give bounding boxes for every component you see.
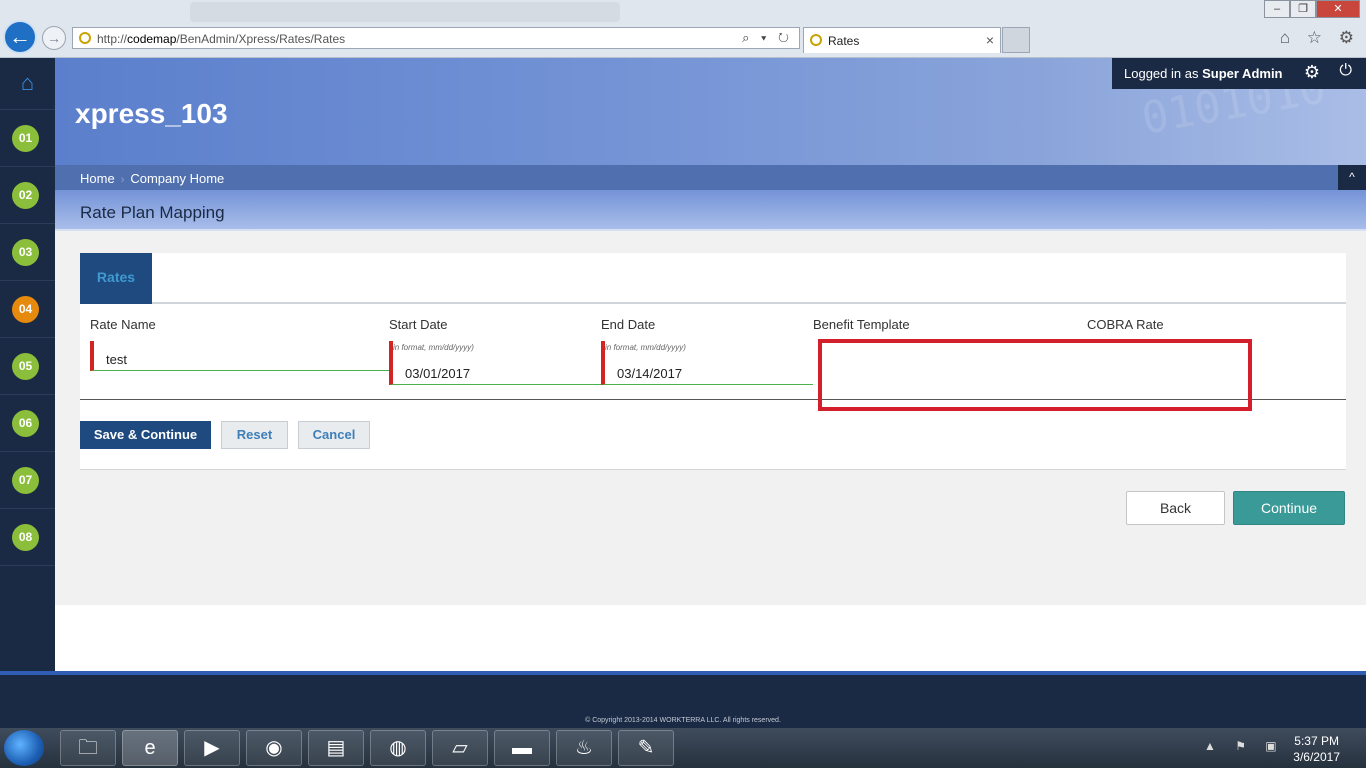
- breadcrumb-company-home[interactable]: Company Home: [130, 171, 224, 186]
- end-date-label: End Date: [601, 317, 656, 332]
- window-controls: – ❐ ✕: [1264, 0, 1360, 18]
- rate-name-input[interactable]: test: [90, 341, 389, 371]
- main-content: Rates Rate Name Start Date End Date Bene…: [55, 231, 1366, 605]
- rate-name-value: test: [106, 352, 127, 367]
- url-text: http://codemap/BenAdmin/Xpress/Rates/Rat…: [97, 32, 346, 46]
- step-badge: 07: [12, 467, 39, 494]
- step-badge: 08: [12, 524, 39, 551]
- step-02[interactable]: 02: [0, 167, 55, 224]
- browser-forward-button[interactable]: →: [42, 26, 66, 50]
- explorer-icon[interactable]: 🗀: [60, 730, 116, 766]
- step-badge: 01: [12, 125, 39, 152]
- file-manager-icon[interactable]: ▤: [308, 730, 364, 766]
- home-star-gear-icon[interactable]: ⌂ ☆ ⚙: [1280, 28, 1360, 48]
- address-bar[interactable]: http://codemap/BenAdmin/Xpress/Rates/Rat…: [72, 27, 800, 49]
- tab-close-icon[interactable]: ×: [986, 32, 994, 48]
- step-05[interactable]: 05: [0, 338, 55, 395]
- breadcrumb: Home › Company Home ^: [55, 165, 1366, 190]
- tab-title: Rates: [828, 34, 860, 48]
- rates-panel: Rates Rate Name Start Date End Date Bene…: [80, 253, 1346, 470]
- clock-date: 3/6/2017: [1293, 750, 1340, 764]
- logout-power-icon[interactable]: ⏻: [1339, 62, 1352, 80]
- save-continue-button[interactable]: Save & Continue: [80, 421, 211, 449]
- windows-taskbar: 🗀 e ▶ ◉ ▤ ◍ ▱ ▬ ♨ ✎ ▲ ⚑ ▣ 5:37 PM 3/6/20…: [0, 728, 1366, 768]
- clock-time: 5:37 PM: [1294, 734, 1339, 748]
- home-icon[interactable]: ⌂: [0, 58, 55, 110]
- step-08[interactable]: 08: [0, 509, 55, 566]
- settings-gear-icon[interactable]: ⚙: [1304, 62, 1320, 83]
- step-badge: 05: [12, 353, 39, 380]
- minimize-button[interactable]: –: [1264, 0, 1290, 18]
- step-rail: ⌂ 01 02 03 04 05 06 07 08: [0, 58, 55, 672]
- tab-rates[interactable]: Rates: [80, 253, 152, 304]
- page-title-bar: Rate Plan Mapping: [55, 190, 1366, 231]
- new-tab-button[interactable]: [1002, 27, 1030, 53]
- internet-explorer-icon[interactable]: e: [122, 730, 178, 766]
- benefit-template-label: Benefit Template: [813, 317, 910, 332]
- collapse-header-icon[interactable]: ^: [1338, 165, 1366, 190]
- app-title: xpress_103: [75, 98, 228, 129]
- paint-icon[interactable]: ✎: [618, 730, 674, 766]
- breadcrumb-home[interactable]: Home: [80, 171, 115, 186]
- cancel-button[interactable]: Cancel: [298, 421, 370, 449]
- breadcrumb-separator: ›: [120, 174, 125, 186]
- end-date-hint: in format, mm/dd/yyyy): [605, 343, 686, 352]
- media-player-icon[interactable]: ▶: [184, 730, 240, 766]
- logged-in-text: Logged in as Super Admin: [1124, 66, 1283, 81]
- tab-strip: Rates: [80, 253, 1346, 304]
- background-tabs: [190, 2, 620, 22]
- step-04[interactable]: 04: [0, 281, 55, 338]
- back-button[interactable]: Back: [1126, 491, 1225, 525]
- step-01[interactable]: 01: [0, 110, 55, 167]
- firefox-icon[interactable]: ◍: [370, 730, 426, 766]
- start-button[interactable]: [4, 730, 44, 766]
- step-badge: 02: [12, 182, 39, 209]
- cobra-rate-label: COBRA Rate: [1087, 317, 1164, 332]
- user-name: Super Admin: [1202, 66, 1283, 81]
- page-title: Rate Plan Mapping: [80, 203, 225, 222]
- content-bottom-spacer: [55, 605, 1366, 671]
- start-date-hint: in format, mm/dd/yyyy): [393, 343, 474, 352]
- app-header: 0101010 xpress_103 Logged in as Super Ad…: [55, 58, 1366, 165]
- copyright-text: © Copyright 2013-2014 WORKTERRA LLC. All…: [585, 717, 781, 724]
- end-date-value: 03/14/2017: [617, 366, 683, 381]
- maximize-button[interactable]: ❐: [1290, 0, 1316, 18]
- end-date-input[interactable]: in format, mm/dd/yyyy) 03/14/2017: [601, 341, 813, 385]
- step-03[interactable]: 03: [0, 224, 55, 281]
- browser-tab-rates[interactable]: Rates ×: [803, 27, 1001, 53]
- notepad-icon[interactable]: ▱: [432, 730, 488, 766]
- browser-back-button[interactable]: ←: [3, 20, 37, 54]
- address-tools-icon[interactable]: ⌕ ▾ ↻: [742, 30, 793, 46]
- start-date-value: 03/01/2017: [405, 366, 471, 381]
- step-07[interactable]: 07: [0, 452, 55, 509]
- window-close-button[interactable]: ✕: [1316, 0, 1360, 18]
- browser-chrome: ← → http://codemap/BenAdmin/Xpress/Rates…: [0, 0, 1366, 58]
- tray-icons[interactable]: ▲ ⚑ ▣: [1204, 739, 1285, 753]
- annotation-highlight-box: [818, 339, 1252, 411]
- system-tray: ▲ ⚑ ▣ 5:37 PM 3/6/2017: [1196, 728, 1366, 768]
- chrome-icon[interactable]: ◉: [246, 730, 302, 766]
- clock[interactable]: 5:37 PM 3/6/2017: [1293, 733, 1340, 765]
- tab-favicon-icon: [810, 34, 822, 46]
- step-badge: 04: [12, 296, 39, 323]
- site-favicon-icon: [79, 32, 91, 44]
- start-date-label: Start Date: [389, 317, 448, 332]
- reset-button[interactable]: Reset: [221, 421, 288, 449]
- flame-app-icon[interactable]: ♨: [556, 730, 612, 766]
- step-badge: 06: [12, 410, 39, 437]
- command-prompt-icon[interactable]: ▬: [494, 730, 550, 766]
- step-06[interactable]: 06: [0, 395, 55, 452]
- step-badge: 03: [12, 239, 39, 266]
- continue-button[interactable]: Continue: [1233, 491, 1345, 525]
- start-date-input[interactable]: in format, mm/dd/yyyy) 03/01/2017: [389, 341, 601, 385]
- rate-name-label: Rate Name: [90, 317, 156, 332]
- footer: © Copyright 2013-2014 WORKTERRA LLC. All…: [0, 671, 1366, 728]
- user-bar: Logged in as Super Admin ⚙ ⏻: [1112, 58, 1366, 89]
